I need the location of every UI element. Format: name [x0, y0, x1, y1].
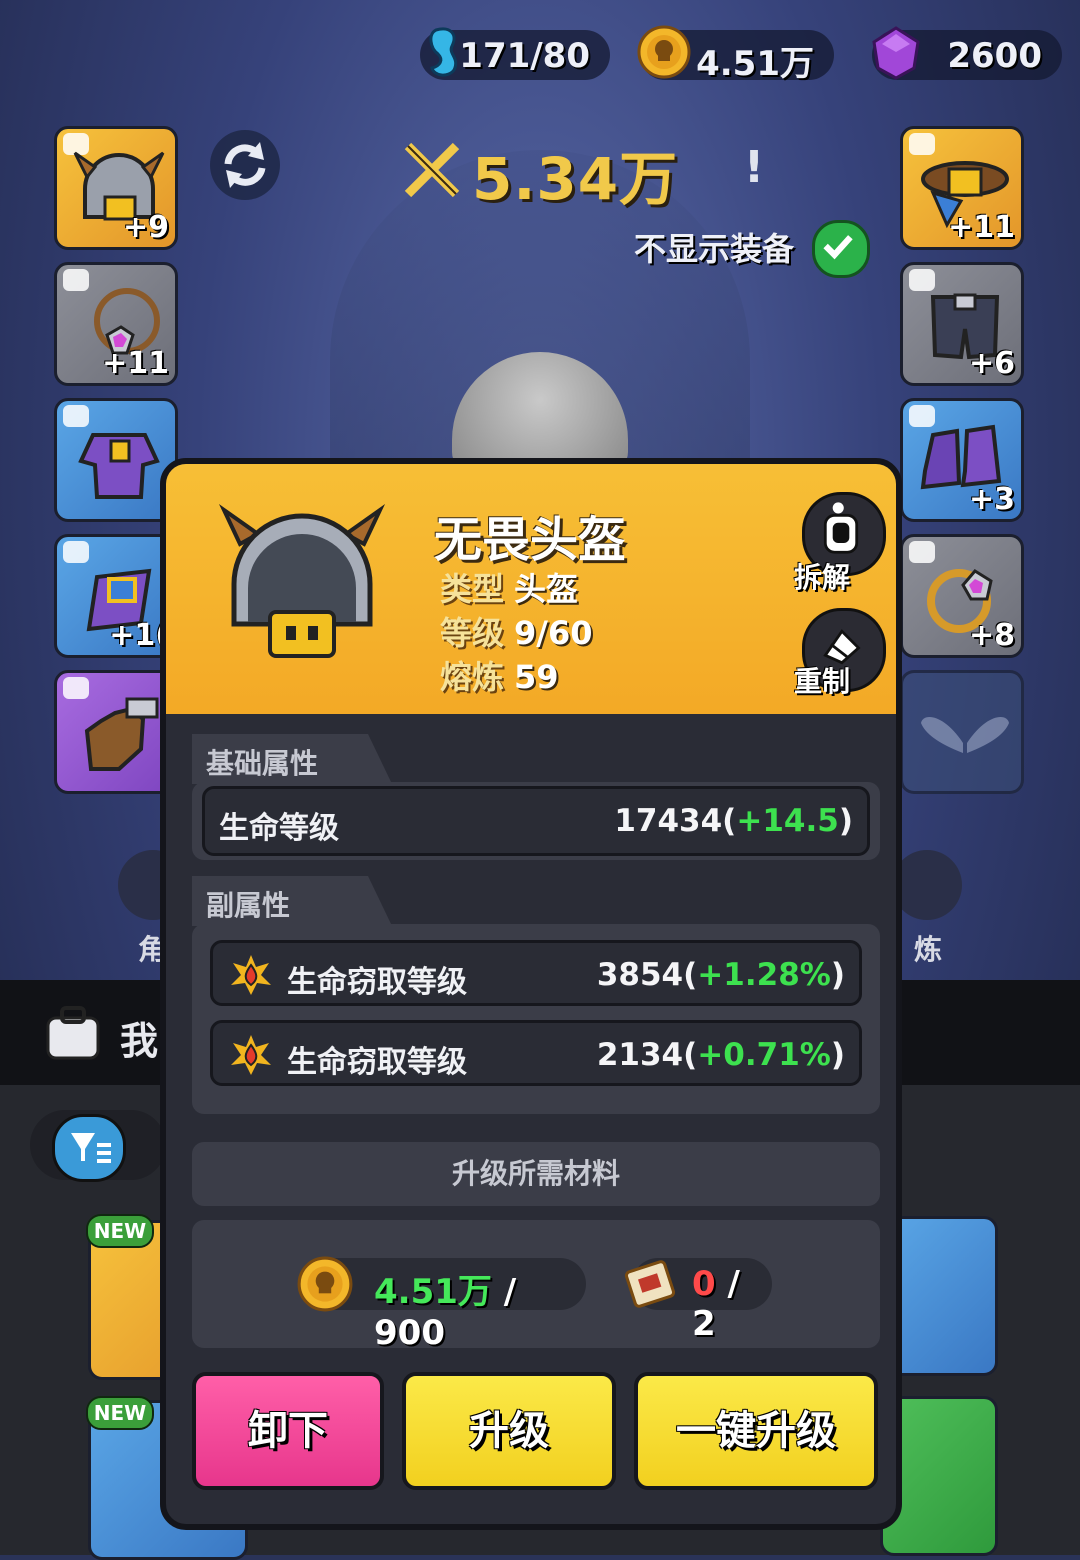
bag-icon: [46, 1006, 100, 1060]
attribute-row: 生命窃取等级 2134(+0.71%): [210, 1020, 862, 1086]
gold-counter[interactable]: 4.51万: [637, 25, 834, 84]
info-icon[interactable]: !: [732, 142, 776, 193]
gold-have: 4.51万: [374, 1272, 492, 1312]
slot-level: +3: [968, 482, 1015, 517]
check-icon: [823, 235, 853, 260]
refresh-button[interactable]: [210, 130, 280, 200]
refresh-icon: [224, 142, 266, 188]
attribute-row: 生命窃取等级 3854(+1.28%): [210, 940, 862, 1006]
attribute-close: ): [830, 957, 845, 993]
gem-counter[interactable]: 2600: [872, 26, 1062, 80]
base-attributes-title-text: 基础属性: [206, 747, 319, 780]
filter-icon: [71, 1133, 111, 1163]
gold-coin-icon: [297, 1256, 353, 1312]
attribute-base-value: 3854(: [596, 957, 698, 993]
item-level-label: 等级: [440, 614, 505, 652]
sub-attributes-title-text: 副属性: [206, 889, 291, 922]
scroll-icon: [624, 1260, 676, 1308]
item-type-line: 类型 头盔: [440, 564, 578, 610]
bag-title: 我: [120, 1019, 159, 1063]
attribute-bonus: +1.28%: [697, 957, 831, 993]
dismantle-label: 拆解: [794, 561, 851, 594]
wings-icon: [921, 717, 1009, 753]
scroll-requirement: 0 / 2: [624, 1258, 772, 1344]
upgrade-button[interactable]: 升级: [402, 1372, 616, 1490]
attribute-bonus: +0.71%: [697, 1037, 831, 1073]
forge-tab-icon[interactable]: [892, 850, 962, 920]
energy-value: 171/80: [459, 36, 590, 76]
item-level-line: 等级 9/60: [440, 608, 593, 654]
combat-power: 5.34万: [400, 132, 740, 213]
item-type-value: 头盔: [514, 570, 579, 608]
attribute-row: 生命等级 17434(+14.5): [202, 786, 870, 856]
gold-value: 4.51万: [696, 44, 814, 84]
gem-icon: [872, 26, 920, 80]
sub-attributes-title: 副属性: [192, 876, 392, 926]
item-forge-line: 熔炼 59: [440, 652, 559, 698]
unequip-button[interactable]: 卸下: [192, 1372, 384, 1490]
materials-title: 升级所需材料: [192, 1142, 880, 1206]
new-badge: NEW: [86, 1214, 154, 1248]
item-header: 无畏头盔 类型 头盔 等级 9/60 熔炼 59 拆解 重制: [166, 464, 896, 714]
hide-equipment-label: 不显示装备: [634, 230, 795, 268]
upgrade-all-button[interactable]: 一键升级: [634, 1372, 878, 1490]
slot-level: +8: [968, 618, 1015, 653]
attribute-value: 2134(+0.71%): [597, 1037, 845, 1073]
attribute-value: 17434(+14.5): [614, 803, 853, 839]
attribute-value: 3854(+1.28%): [597, 957, 845, 993]
equipment-slot-necklace[interactable]: +11: [54, 262, 178, 386]
equipment-slot-belt[interactable]: +11: [900, 126, 1024, 250]
forge-tab-label: 炼: [914, 933, 943, 966]
gold-coin-icon: [637, 25, 691, 79]
combat-power-value: 5.34万: [472, 145, 679, 213]
filter-button[interactable]: [52, 1114, 126, 1182]
item-type-label: 类型: [440, 570, 505, 608]
attribute-name: 生命等级: [219, 811, 339, 846]
helmet-icon: [218, 504, 386, 658]
scroll-have: 0: [692, 1264, 716, 1304]
slot-level: +6: [968, 346, 1015, 381]
sub-attributes-box: 生命窃取等级 3854(+1.28%) 生命窃取等级 2134(+0.71%): [192, 924, 880, 1114]
item-forge-value: 59: [514, 658, 559, 696]
equipment-slot-ring[interactable]: +8: [900, 534, 1024, 658]
attribute-bonus: +14.5: [736, 803, 839, 839]
gold-requirement-text: 4.51万 / 900: [374, 1264, 586, 1353]
base-attributes-title: 基础属性: [192, 734, 392, 784]
slot-level: +9: [122, 210, 169, 245]
item-name: 无畏头盔: [434, 512, 627, 568]
item-detail-modal: 无畏头盔 类型 头盔 等级 9/60 熔炼 59 拆解 重制 基础属性 生命等级…: [160, 458, 902, 1530]
attribute-base-value: 17434(: [614, 803, 737, 839]
hide-equipment-toggle[interactable]: [812, 220, 870, 278]
attribute-name: 生命窃取等级: [287, 965, 467, 1000]
scroll-requirement-text: 0 / 2: [692, 1264, 772, 1344]
equipment-slot-wings[interactable]: [900, 670, 1024, 794]
attribute-close: ): [830, 1037, 845, 1073]
slot-level: +11: [948, 210, 1015, 245]
attribute-name: 生命窃取等级: [287, 1045, 467, 1080]
item-level-value: 9/60: [514, 614, 593, 652]
equipment-slot-pants[interactable]: +6: [900, 262, 1024, 386]
new-badge: NEW: [86, 1396, 154, 1430]
base-attributes-box: 生命等级 17434(+14.5): [192, 782, 880, 860]
lifesteal-icon: [231, 955, 271, 995]
energy-counter[interactable]: 171/80: [420, 27, 610, 80]
attribute-base-value: 2134(: [596, 1037, 698, 1073]
item-forge-label: 熔炼: [440, 658, 505, 696]
reforge-label: 重制: [794, 665, 851, 698]
equipment-slot-boots[interactable]: +3: [900, 398, 1024, 522]
gem-value: 2600: [947, 36, 1042, 76]
attribute-close: ): [838, 803, 853, 839]
gold-requirement: 4.51万 / 900: [297, 1256, 586, 1353]
crossed-swords-icon: [404, 142, 460, 198]
materials-box: 4.51万 / 900 0 / 2: [192, 1220, 880, 1353]
lifesteal-icon: [231, 1035, 271, 1075]
equipment-slot-helmet[interactable]: +9: [54, 126, 178, 250]
slot-level: +11: [102, 346, 169, 381]
